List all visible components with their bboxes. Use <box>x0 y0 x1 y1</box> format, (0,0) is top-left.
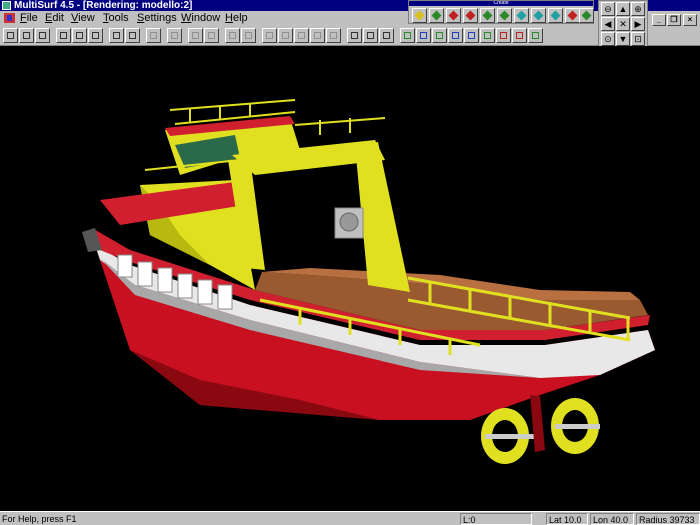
center-view-icon[interactable]: ✕ <box>616 17 630 31</box>
status-help: For Help, press F1 <box>2 514 77 524</box>
rotate-right-icon[interactable]: ▶ <box>631 17 645 31</box>
ring-create-icon[interactable] <box>463 8 478 23</box>
layers-icon[interactable] <box>400 28 415 43</box>
cut-icon[interactable] <box>167 28 182 43</box>
snake-create-icon[interactable] <box>480 8 495 23</box>
menu-file[interactable]: File <box>20 12 38 25</box>
curve-create-icon[interactable] <box>429 8 444 23</box>
minimize-button[interactable]: _ <box>652 14 666 26</box>
grid-2-icon[interactable] <box>363 28 378 43</box>
delete-icon[interactable] <box>146 28 161 43</box>
surface-tool-icon[interactable] <box>294 28 309 43</box>
document-icon[interactable] <box>4 13 15 23</box>
close-button[interactable]: × <box>683 14 697 26</box>
new-file-icon[interactable] <box>3 28 18 43</box>
menu-edit[interactable]: Edit <box>45 12 64 25</box>
menu-window[interactable]: Window <box>181 12 220 25</box>
restore-button[interactable]: ❐ <box>667 14 681 26</box>
light-2-icon[interactable] <box>241 28 256 43</box>
zoom-window-icon[interactable]: ⊡ <box>631 32 645 46</box>
line-tool-icon[interactable] <box>432 28 447 43</box>
status-lon: Lon 40.0 <box>590 513 634 525</box>
create-palette: Create <box>408 0 594 24</box>
surface-tool-2-icon[interactable] <box>310 28 325 43</box>
magnet-tool-icon[interactable] <box>464 28 479 43</box>
menu-tools[interactable]: Tools <box>103 12 129 25</box>
curve-tool-2-icon[interactable] <box>278 28 293 43</box>
grid-3-icon[interactable] <box>379 28 394 43</box>
main-toolbar <box>0 26 700 46</box>
redo-icon[interactable] <box>204 28 219 43</box>
light-icon[interactable] <box>225 28 240 43</box>
zoom-fit-icon[interactable]: ⊙ <box>601 32 615 46</box>
snake-tool-icon[interactable] <box>496 28 511 43</box>
undo-icon[interactable] <box>188 28 203 43</box>
view-single-icon[interactable] <box>56 28 71 43</box>
bead-tool-icon[interactable] <box>448 28 463 43</box>
status-lat: Lat 10.0 <box>546 513 588 525</box>
surface-create-icon[interactable] <box>528 28 543 43</box>
status-bar: For Help, press F1 L:0 Lat 10.0 Lon 40.0… <box>0 511 700 525</box>
dimension-icon[interactable] <box>416 28 431 43</box>
menu-help[interactable]: Help <box>225 12 248 25</box>
patch-tool-icon[interactable] <box>512 28 527 43</box>
patch-create-icon[interactable] <box>579 8 594 23</box>
bead-create-icon[interactable] <box>446 8 461 23</box>
solid-create-icon[interactable] <box>548 8 563 23</box>
surface-tool-3-icon[interactable] <box>326 28 341 43</box>
status-radius: Radius 39733 <box>636 513 700 525</box>
ring-tool-icon[interactable] <box>480 28 495 43</box>
point-tool-icon[interactable] <box>412 8 427 23</box>
status-level: L:0 <box>460 513 532 525</box>
palette-title[interactable]: Create <box>409 1 593 6</box>
frame-icon[interactable] <box>109 28 124 43</box>
surface-create-2-icon[interactable] <box>514 8 529 23</box>
title-bar: MultiSurf 4.5 - [Rendering: modello:2] <box>0 0 700 11</box>
menu-settings[interactable]: Settings <box>137 12 177 25</box>
rotate-down-icon[interactable]: ▼ <box>616 32 630 46</box>
view-split-icon[interactable] <box>72 28 87 43</box>
boat-rendering <box>82 99 655 464</box>
frame-inner-icon[interactable] <box>125 28 140 43</box>
rotate-left-icon[interactable]: ◀ <box>601 17 615 31</box>
rendering-viewport[interactable] <box>0 46 700 511</box>
save-file-icon[interactable] <box>35 28 50 43</box>
menu-bar: File Edit View Tools Settings Window Hel… <box>0 11 700 26</box>
grid-icon[interactable] <box>347 28 362 43</box>
app-icon[interactable] <box>2 1 11 10</box>
diamond-create-icon[interactable] <box>565 8 580 23</box>
window-title: MultiSurf 4.5 - [Rendering: modello:2] <box>14 0 193 11</box>
view-quad-icon[interactable] <box>88 28 103 43</box>
rotate-up-icon[interactable]: ▲ <box>616 2 630 16</box>
open-file-icon[interactable] <box>19 28 34 43</box>
zoom-in-icon[interactable]: ⊕ <box>631 2 645 16</box>
menu-view[interactable]: View <box>71 12 95 25</box>
loft-create-icon[interactable] <box>531 8 546 23</box>
zoom-out-icon[interactable]: ⊖ <box>601 2 615 16</box>
spline-create-icon[interactable] <box>497 8 512 23</box>
curve-tool-icon[interactable] <box>262 28 277 43</box>
view-navigation-palette: ⊖ ▲ ⊕ ◀ ✕ ▶ ⊙ ▼ ⊡ <box>598 0 648 48</box>
